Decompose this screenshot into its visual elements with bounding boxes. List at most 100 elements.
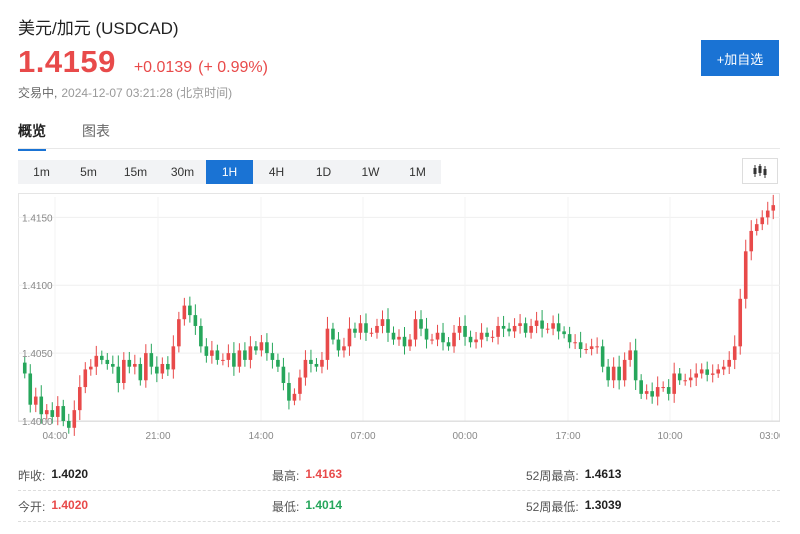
candle [765,201,770,225]
interval-1w[interactable]: 1W [347,160,394,184]
candle-body [639,380,643,394]
candle [578,331,583,358]
candle [644,384,649,400]
candle-body [677,373,682,381]
candle-body [732,346,737,360]
stats-row: 今开: 1.4020 最低: 1.4014 52周最低: 1.3039 [18,491,780,522]
candle [474,331,478,349]
candle-body [50,410,55,417]
candle-body [386,319,390,333]
candle-body [485,332,489,337]
y-tick-label: 1.4150 [22,213,53,224]
candle-body [182,305,187,320]
candle [633,338,638,390]
interval-1mo[interactable]: 1M [394,160,441,184]
stat-high: 最高: 1.4163 [272,466,343,483]
candle-body [232,353,236,367]
interval-4h[interactable]: 4H [253,160,300,184]
candle-body [738,298,743,347]
candle [182,297,187,326]
candle-body [666,387,671,394]
candle [226,344,231,368]
interval-5m[interactable]: 5m [65,160,112,184]
candle [72,400,77,436]
x-tick-label: 07:00 [350,431,375,442]
candle-body [210,350,214,356]
candle [622,352,627,387]
candle-body [149,353,154,367]
candle-body [265,342,269,354]
candle-body [127,359,132,367]
candle [232,342,236,376]
candle [457,317,462,341]
candle [353,322,357,338]
timestamp: 2024-12-07 03:21:28 (北京时间) [61,86,233,100]
candle-body [490,336,495,338]
candle [545,322,550,334]
candle [292,388,297,406]
candle [749,220,754,261]
candle [149,343,154,375]
add-watchlist-button[interactable]: +加自选 [701,40,779,76]
tab-chart[interactable]: 图表 [82,121,110,151]
candle-body [122,359,126,383]
candle [424,317,429,349]
candle [127,351,132,374]
candle [606,358,610,387]
candle-body [529,325,533,333]
candle [413,310,418,347]
chart-type-toggle[interactable] [742,158,778,184]
interval-1d[interactable]: 1D [300,160,347,184]
candle-body [105,359,110,364]
candle [468,330,473,348]
candle-body [259,342,264,351]
candle [331,322,335,345]
interval-15m[interactable]: 15m [112,160,159,184]
candle-body [765,210,770,218]
interval-30m[interactable]: 30m [159,160,206,184]
chart-svg: 1.4150 1.4100 1.4050 1.4000 04:00 21:00 14:00 0… [18,193,785,442]
candle-body [88,366,93,370]
candle [281,357,286,391]
candle [287,372,291,410]
candle [705,361,710,382]
candle-body [430,339,434,341]
candle-body [364,323,368,333]
candle-body [749,230,754,252]
candle-body [111,363,115,367]
x-tick-label: 10:00 [657,431,682,442]
candle-body [254,346,258,351]
candle [732,335,737,370]
candle-body [215,350,220,360]
candle [33,387,38,413]
candle-body [716,369,721,374]
price-chart: 1.4150 1.4100 1.4050 1.4000 04:00 21:00 14:00 0… [18,193,785,456]
tab-overview[interactable]: 概览 [18,121,46,151]
candle [314,358,319,372]
candle [380,310,385,334]
candle [551,315,555,336]
grid [18,193,780,422]
candle-body [347,328,352,347]
y-tick-label: 1.4050 [22,349,53,360]
candle-body [188,305,192,316]
candle-body [633,350,638,381]
candle [171,335,176,379]
interval-1m[interactable]: 1m [18,160,65,184]
candle-body [705,369,710,375]
candle [600,339,605,373]
candle [523,317,528,338]
candle-body [617,366,621,381]
x-tick-label: 03:00 [759,431,780,442]
candle-body [133,363,137,367]
candle-body [754,224,759,231]
candle [639,374,643,399]
candle-body [584,349,588,351]
interval-1h[interactable]: 1H [206,160,253,184]
candle [573,334,577,350]
candle [347,317,352,356]
candle-body [270,353,275,360]
candle-body [248,346,253,360]
stat-open: 今开: 1.4020 [18,497,89,514]
y-tick-label: 1.4100 [22,281,53,292]
